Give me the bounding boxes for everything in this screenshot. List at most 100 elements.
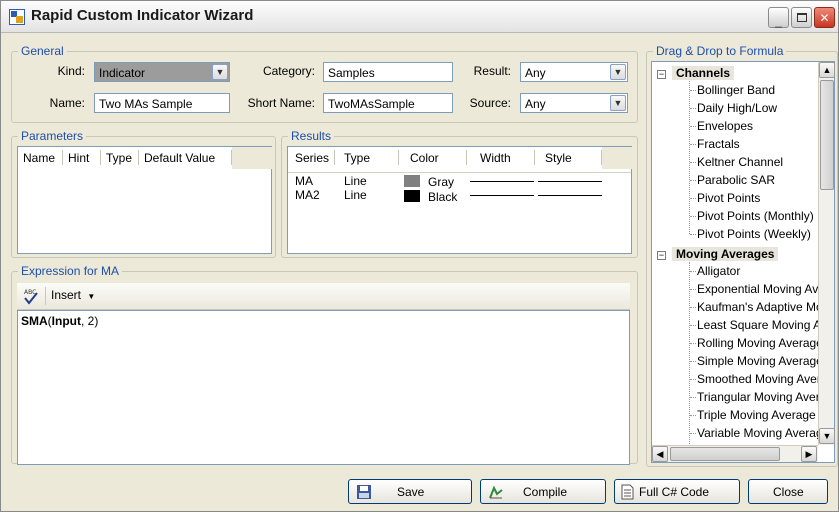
tree-item[interactable]: Pivot Points (Monthly) [697, 209, 814, 223]
tree-item[interactable]: Alligator [697, 264, 740, 278]
tree-item[interactable]: Least Square Moving A [697, 318, 821, 332]
insert-label: Insert [51, 288, 82, 302]
chevron-left-icon: ◀ [656, 448, 664, 459]
results-list[interactable]: Series Type Color Width Style MA Line Gr… [287, 146, 632, 254]
save-icon [357, 485, 371, 499]
row-color: Gray [428, 175, 455, 189]
general-title: General [18, 44, 67, 58]
category-field[interactable]: Samples [323, 62, 453, 82]
table-row[interactable]: MA2 Line Black [288, 188, 608, 204]
expression-textarea[interactable]: SMA(Input, 2) [17, 310, 630, 465]
tree-item[interactable]: Fractals [697, 137, 740, 151]
chevron-right-icon: ▶ [805, 448, 813, 459]
source-label: Source: [469, 96, 511, 110]
result-select[interactable]: Any ▼ [520, 62, 628, 82]
minimize-icon: _ [775, 13, 782, 28]
results-header: Series Type Color Width Style [288, 147, 632, 169]
style-line [538, 181, 602, 182]
drag-drop-title: Drag & Drop to Formula [653, 44, 787, 58]
row-series: MA [295, 174, 313, 188]
row-type: Line [344, 188, 367, 202]
col-hint[interactable]: Hint [68, 151, 89, 165]
save-button[interactable]: Save [348, 479, 472, 504]
scroll-thumb[interactable] [820, 80, 834, 190]
collapse-icon[interactable]: − [657, 251, 666, 260]
minimize-button[interactable]: _ [768, 7, 789, 28]
kind-value: Indicator [99, 66, 146, 80]
tree-category-moving-averages[interactable]: Moving Averages [672, 247, 779, 261]
title-bar[interactable]: Rapid Custom Indicator Wizard _ ✕ [1, 1, 838, 33]
hscroll-thumb[interactable] [670, 447, 780, 461]
spellcheck-button[interactable]: ABC [21, 287, 41, 305]
tree-item[interactable]: Rolling Moving Average [697, 336, 823, 350]
tree-item[interactable]: Keltner Channel [697, 155, 783, 169]
expression-editor: ABC Insert ▼ SMA(Input, 2) [17, 283, 632, 465]
tree-item[interactable]: Envelopes [697, 119, 753, 133]
tree-item[interactable]: Daily High/Low [697, 101, 777, 115]
tree-item[interactable]: Bollinger Band [697, 83, 775, 97]
tree-item[interactable]: Triple Moving Average [697, 408, 816, 422]
formula-tree[interactable]: − Channels Bollinger Band Daily High/Low… [651, 61, 835, 463]
compile-button[interactable]: Compile [480, 479, 606, 504]
code-file-icon [621, 484, 634, 500]
name-field[interactable]: Two MAs Sample [94, 93, 230, 113]
full-code-button[interactable]: Full C# Code [614, 479, 740, 504]
row-series: MA2 [295, 188, 320, 202]
tree-item[interactable]: Exponential Moving Av [697, 282, 818, 296]
tree-category-channels[interactable]: Channels [672, 66, 735, 80]
tree-item[interactable]: Smoothed Moving Aver [697, 372, 821, 386]
width-line [470, 195, 534, 196]
col-type[interactable]: Type [106, 151, 132, 165]
scroll-left-button[interactable]: ◀ [652, 446, 668, 462]
scroll-down-button[interactable]: ▼ [819, 428, 835, 444]
window-title: Rapid Custom Indicator Wizard [31, 7, 254, 24]
tree-item[interactable]: Pivot Points (Weekly) [697, 227, 811, 241]
short-name-field[interactable]: TwoMAsSample [323, 93, 453, 113]
tree-item[interactable]: Kaufman's Adaptive Mo [697, 300, 823, 314]
results-title: Results [288, 129, 335, 143]
chevron-down-icon[interactable]: ▼ [212, 64, 228, 80]
tree-item[interactable]: Triangular Moving Aver [697, 390, 820, 404]
source-select[interactable]: Any ▼ [520, 93, 628, 113]
maximize-icon [796, 13, 807, 22]
collapse-icon[interactable]: − [657, 70, 666, 79]
tree-horizontal-scrollbar[interactable]: ◀ ▶ [652, 445, 818, 462]
expression-text: SMA(Input, 2) [21, 314, 99, 328]
scroll-up-button[interactable]: ▲ [819, 62, 835, 78]
tree-item[interactable]: Simple Moving Average [697, 354, 823, 368]
close-button[interactable]: Close [748, 479, 828, 504]
insert-menu-button[interactable]: Insert ▼ [51, 288, 95, 304]
col-default-value[interactable]: Default Value [144, 151, 215, 165]
close-icon: ✕ [819, 10, 830, 25]
col-series[interactable]: Series [295, 151, 329, 165]
chevron-down-icon[interactable]: ▼ [610, 95, 626, 111]
tree-item[interactable]: Pivot Points [697, 191, 760, 205]
col-type[interactable]: Type [344, 151, 370, 165]
col-color[interactable]: Color [410, 151, 439, 165]
source-value: Any [525, 97, 546, 111]
tree-item[interactable]: Parabolic SAR [697, 173, 775, 187]
col-style[interactable]: Style [545, 151, 572, 165]
name-label: Name: [49, 96, 85, 110]
parameters-list[interactable]: Name Hint Type Default Value [17, 146, 272, 254]
table-row[interactable]: MA Line Gray [288, 174, 608, 189]
row-type: Line [344, 174, 367, 188]
chevron-down-icon: ▼ [822, 431, 832, 441]
parameters-title: Parameters [18, 129, 87, 143]
wizard-window: Rapid Custom Indicator Wizard _ ✕ Genera… [0, 0, 839, 512]
col-name[interactable]: Name [23, 151, 55, 165]
tree-item[interactable]: Variable Moving Averag [697, 426, 823, 440]
short-name-label: Short Name: [247, 96, 315, 110]
chevron-up-icon: ▲ [822, 65, 832, 75]
chevron-down-icon[interactable]: ▼ [610, 64, 626, 80]
spellcheck-icon: ABC [24, 289, 38, 305]
result-value: Any [525, 66, 546, 80]
close-window-button[interactable]: ✕ [814, 7, 835, 28]
expression-toolbar: ABC Insert ▼ [17, 283, 630, 310]
col-width[interactable]: Width [480, 151, 511, 165]
scroll-right-button[interactable]: ▶ [801, 446, 817, 462]
maximize-button[interactable] [791, 7, 812, 28]
tree-vertical-scrollbar[interactable]: ▲ ▼ [818, 62, 835, 445]
kind-select[interactable]: Indicator ▼ [94, 62, 230, 82]
app-icon [9, 9, 25, 25]
